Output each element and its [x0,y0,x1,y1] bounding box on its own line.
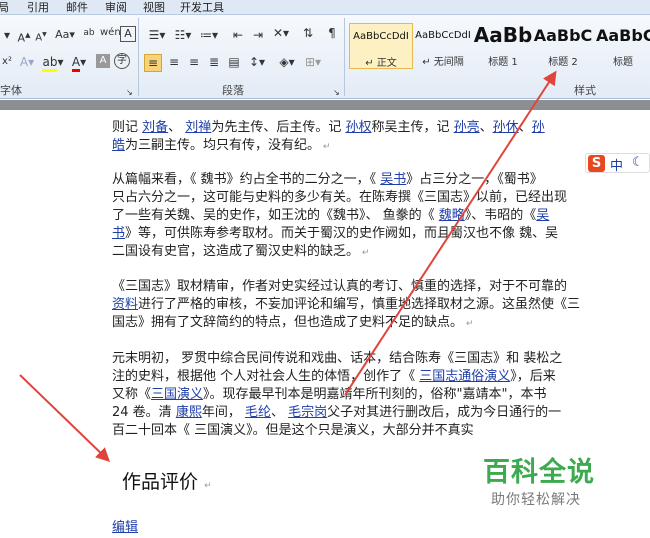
annotation-overlay [19,70,557,462]
annotation-arrow-down [19,374,111,462]
annotation-arrow-up [344,70,557,396]
